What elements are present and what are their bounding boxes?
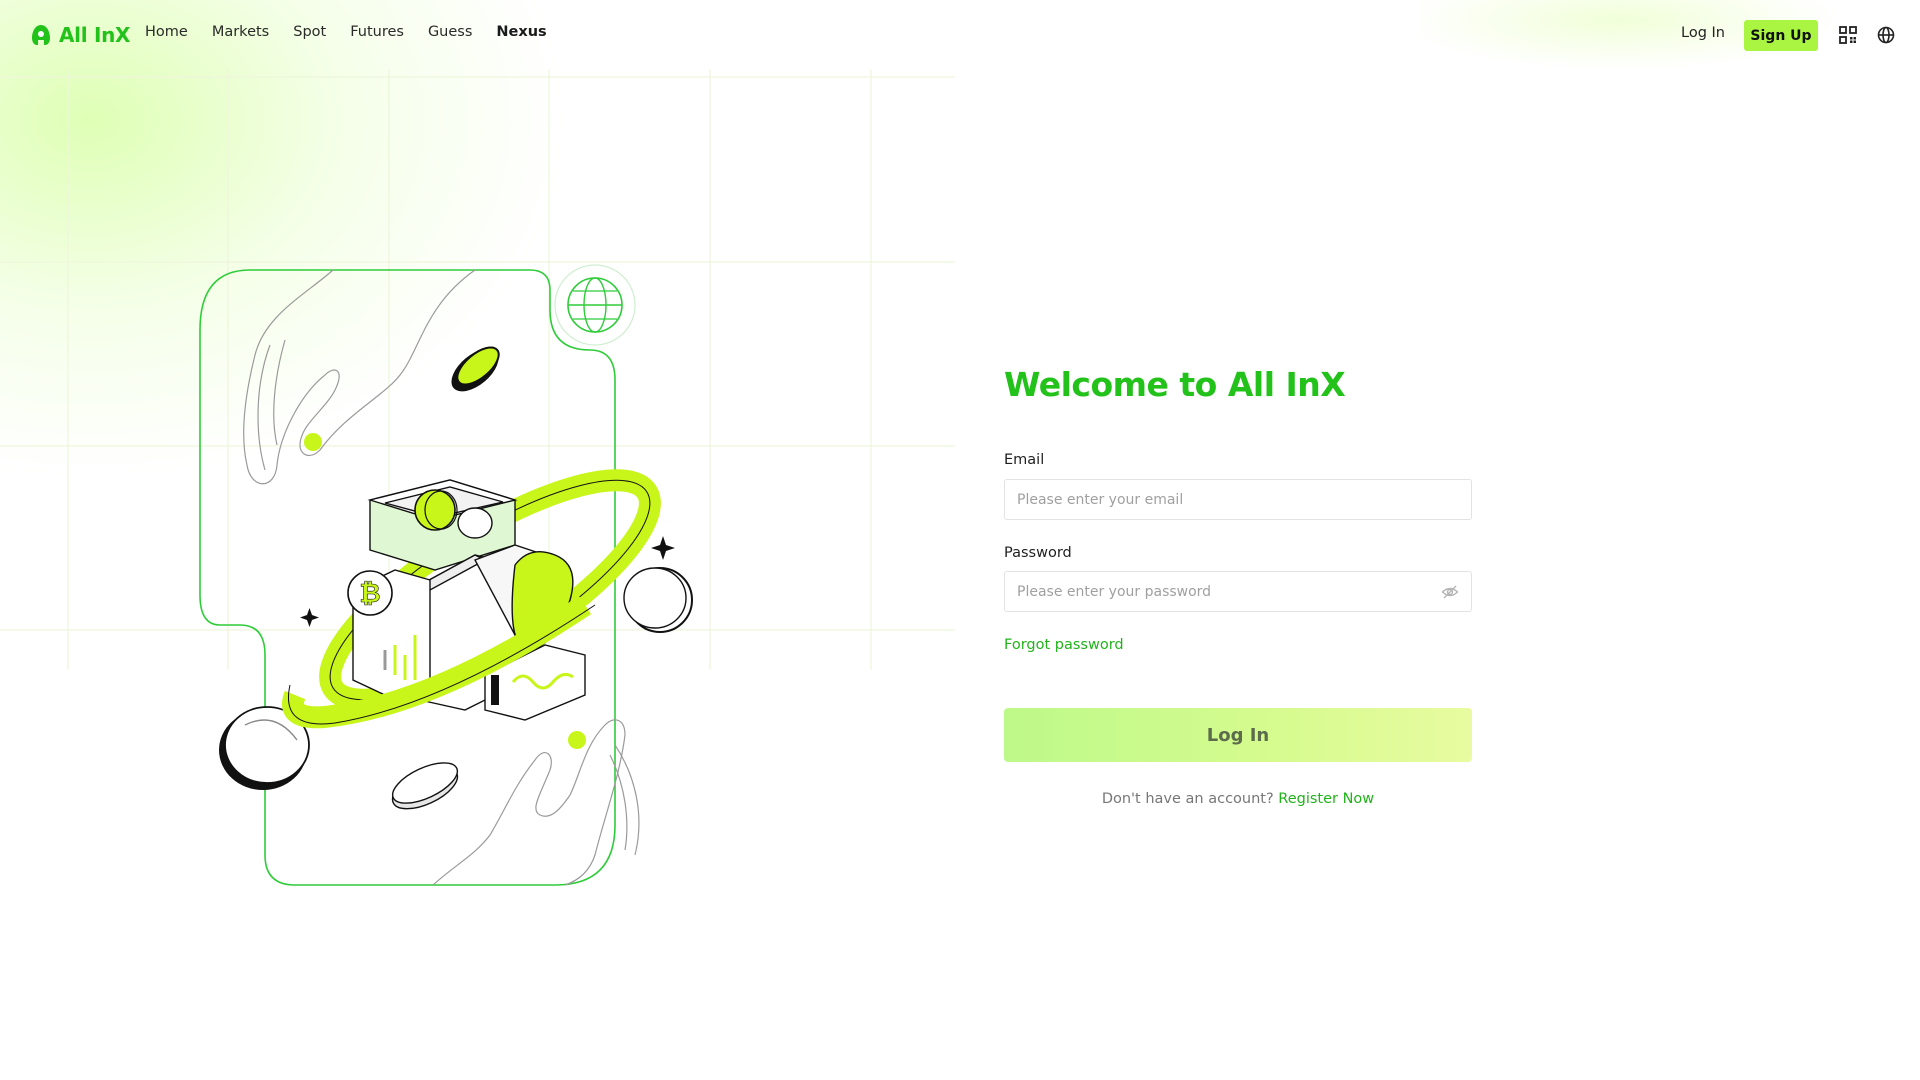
page-title: Welcome to All InX — [1004, 365, 1346, 404]
nav-item-home[interactable]: Home — [145, 24, 188, 40]
lime-dot-top — [304, 433, 322, 451]
sparkle-right — [651, 536, 675, 560]
nav-item-futures[interactable]: Futures — [350, 24, 404, 40]
coin-top — [451, 346, 500, 392]
nav-item-nexus[interactable]: Nexus — [496, 24, 546, 40]
register-now-link[interactable]: Register Now — [1278, 791, 1374, 807]
nav-item-spot[interactable]: Spot — [293, 24, 326, 40]
nav-item-markets[interactable]: Markets — [212, 24, 269, 40]
logo-icon — [32, 25, 50, 45]
register-prompt: Don't have an account? Register Now — [1004, 791, 1472, 807]
logo-text: All InX — [59, 23, 131, 47]
qr-code-icon[interactable] — [1838, 25, 1858, 45]
hero-illustration: ₿ — [199, 264, 693, 886]
logo[interactable]: All InX — [29, 20, 130, 50]
login-page: All InX Home Markets Spot Futures Guess … — [0, 0, 1920, 1080]
sparkle-left — [300, 608, 319, 627]
header-login-link[interactable]: Log In — [1673, 25, 1733, 41]
bitcoin-coin: ₿ — [347, 570, 393, 616]
email-label: Email — [1004, 452, 1045, 468]
eye-off-icon[interactable] — [1441, 583, 1459, 601]
signup-button[interactable]: Sign Up — [1744, 20, 1818, 51]
password-label: Password — [1004, 545, 1072, 561]
globe-icon[interactable] — [1876, 25, 1896, 45]
login-submit-button[interactable]: Log In — [1004, 708, 1472, 762]
top-navbar: All InX Home Markets Spot Futures Guess … — [0, 0, 1920, 70]
email-input[interactable] — [1005, 480, 1417, 519]
svg-text:₿: ₿ — [359, 579, 380, 609]
globe-badge — [554, 264, 636, 346]
nav-item-guess[interactable]: Guess — [428, 24, 472, 40]
lime-dot-bottom — [568, 731, 586, 749]
password-field-box — [1004, 571, 1472, 612]
email-field-box — [1004, 479, 1472, 520]
forgot-password-link[interactable]: Forgot password — [1004, 637, 1124, 653]
password-input[interactable] — [1005, 572, 1417, 611]
top-hand-drawing — [243, 269, 476, 485]
main-nav: Home Markets Spot Futures Guess Nexus — [145, 24, 571, 40]
coin-right — [623, 567, 693, 633]
coin-flat — [391, 762, 459, 810]
no-account-text: Don't have an account? — [1101, 791, 1274, 807]
